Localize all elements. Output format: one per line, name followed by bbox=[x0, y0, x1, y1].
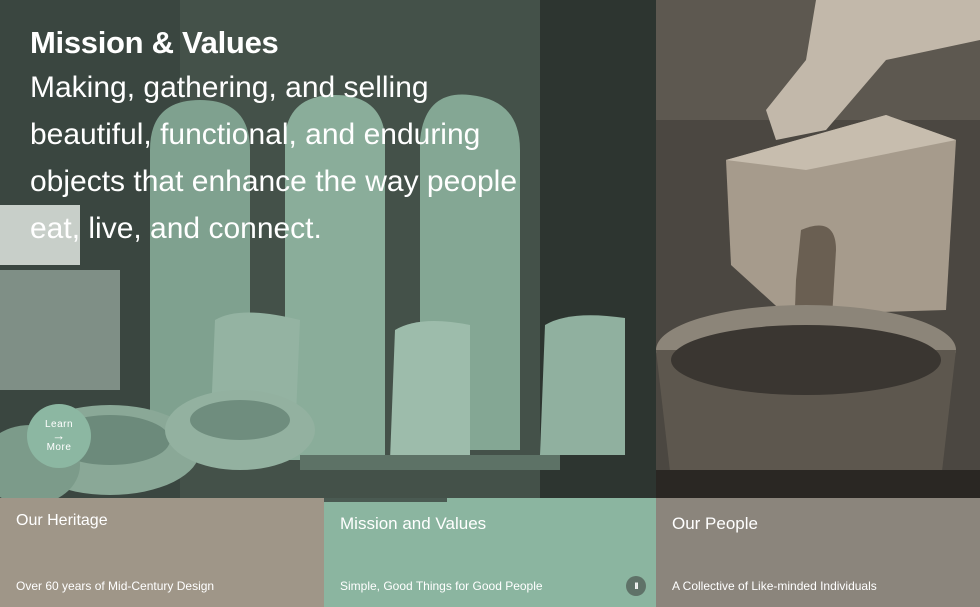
tab-our-people[interactable]: Our People A Collective of Like-minded I… bbox=[656, 498, 980, 607]
tab-subtitle: Simple, Good Things for Good People bbox=[340, 579, 543, 593]
learn-more-label-bottom: More bbox=[46, 442, 72, 453]
tab-title: Our Heritage bbox=[16, 512, 108, 529]
tab-our-heritage[interactable]: Our Heritage Over 60 years of Mid-Centur… bbox=[0, 498, 324, 607]
tab-mission-and-values[interactable]: Mission and Values Simple, Good Things f… bbox=[324, 498, 656, 607]
tab-title: Mission and Values bbox=[340, 514, 487, 533]
tab-subtitle: A Collective of Like-minded Individuals bbox=[672, 579, 877, 593]
pouring-photo bbox=[656, 0, 980, 498]
slideshow-tabs: Our Heritage Over 60 years of Mid-Centur… bbox=[0, 498, 980, 607]
slide-progress-bar bbox=[324, 498, 447, 502]
arrow-right-icon: → bbox=[52, 428, 66, 443]
hero-slideshow: Mission & Values Making, gathering, and … bbox=[0, 0, 980, 498]
tab-title: Our People bbox=[672, 514, 758, 533]
hero-body: Making, gathering, and selling beautiful… bbox=[30, 71, 518, 245]
learn-more-button[interactable]: Learn → More bbox=[27, 404, 91, 468]
pause-icon[interactable]: II bbox=[626, 576, 646, 596]
hero-text-block: Mission & Values Making, gathering, and … bbox=[30, 26, 550, 252]
hero-title: Mission & Values bbox=[30, 25, 279, 60]
tab-subtitle: Over 60 years of Mid-Century Design bbox=[16, 579, 215, 593]
